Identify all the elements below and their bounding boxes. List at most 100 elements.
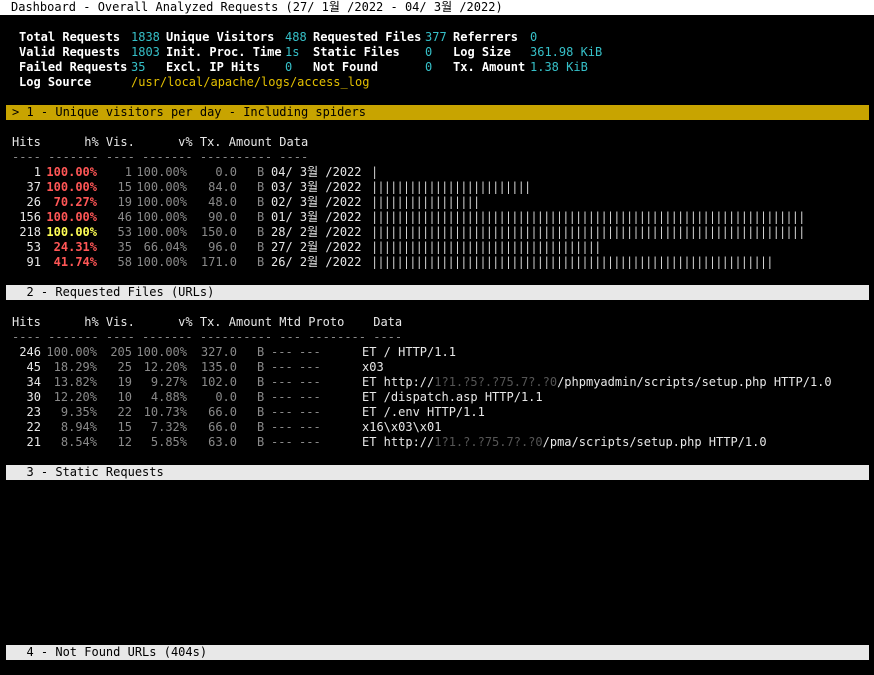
tx-amount-cell: 63.0 <box>208 435 237 449</box>
date-cell: 02/ 3월 /2022 <box>271 195 362 209</box>
panel-static-requests-header[interactable]: 3 - Static Requests <box>6 465 869 480</box>
tx-unit-cell: B <box>257 435 265 449</box>
visitors-percent-cell: 4.88% <box>150 390 187 404</box>
visitors-cell: 22 <box>117 405 132 419</box>
hits-percent-cell: 100.00% <box>46 165 97 179</box>
tx-unit-cell: B <box>257 345 265 359</box>
method-cell: --- <box>271 405 293 419</box>
visitors-percent-cell: 100.00% <box>136 195 187 209</box>
visitor-bar: ||||||||||||||||||||||||||||||||||||||||… <box>371 210 805 224</box>
visitors-cell: 10 <box>117 390 132 404</box>
tx-amount-cell: 66.0 <box>208 405 237 419</box>
date-cell: 27/ 2월 /2022 <box>271 240 362 254</box>
protocol-cell: --- <box>299 375 321 389</box>
visitors-percent-cell: 5.85% <box>150 435 187 449</box>
excl-ip-hits-value: 0 <box>285 60 293 74</box>
request-data-cell: x16\x03\x01 <box>362 420 441 435</box>
visitors-percent-cell: 100.00% <box>136 255 187 269</box>
tx-unit-cell: B <box>257 225 265 239</box>
panel-requested-files-header[interactable]: 2 - Requested Files (URLs) <box>6 285 869 300</box>
log-size-label: Log Size <box>453 45 511 59</box>
method-cell: --- <box>271 375 293 389</box>
hits-cell: 22 <box>26 420 41 434</box>
hits-percent-cell: 41.74% <box>53 255 97 269</box>
request-data-prefix: ET http:// <box>362 435 435 449</box>
hits-percent-cell: 12.20% <box>53 390 97 404</box>
visitors-cell: 1 <box>124 165 132 179</box>
hits-percent-cell: 13.82% <box>53 375 97 389</box>
hits-cell: 34 <box>26 375 41 389</box>
visitors-cell: 12 <box>117 435 132 449</box>
request-data-prefix: ET /dispatch.asp HTTP/1.1 <box>362 390 543 404</box>
tx-amount-value: 1.38 KiB <box>530 60 588 74</box>
visitors-percent-cell: 100.00% <box>136 345 187 359</box>
date-cell: 28/ 2월 /2022 <box>271 225 362 239</box>
tx-amount-cell: 171.0 <box>200 255 237 269</box>
visitors-cell: 53 <box>117 225 132 239</box>
log-size-value: 361.98 KiB <box>530 45 603 59</box>
referrers-value: 0 <box>530 30 538 44</box>
visitors-cell: 15 <box>117 180 132 194</box>
hits-cell: 21 <box>26 435 41 449</box>
tx-unit-cell: B <box>257 240 265 254</box>
tx-unit-cell: B <box>257 405 265 419</box>
visitors-percent-cell: 100.00% <box>136 210 187 224</box>
visitors-percent-cell: 7.32% <box>150 420 187 434</box>
visitors-cell: 58 <box>117 255 132 269</box>
tx-amount-cell: 150.0 <box>200 225 237 239</box>
hits-percent-cell: 100.00% <box>46 180 97 194</box>
panel-unique-visitors-header[interactable]: > 1 - Unique visitors per day - Includin… <box>6 105 869 120</box>
visitor-bar: | <box>371 165 378 179</box>
method-cell: --- <box>271 435 293 449</box>
hits-cell: 30 <box>26 390 41 404</box>
tx-amount-cell: 84.0 <box>208 180 237 194</box>
tx-unit-cell: B <box>257 210 265 224</box>
visitors-percent-cell: 10.73% <box>143 405 187 419</box>
protocol-cell: --- <box>299 360 321 374</box>
tx-amount-cell: 0.0 <box>215 165 237 179</box>
visitors-cell: 19 <box>117 375 132 389</box>
hits-percent-cell: 9.35% <box>60 405 97 419</box>
method-cell: --- <box>271 360 293 374</box>
hits-cell: 1 <box>33 165 41 179</box>
log-source-value: /usr/local/apache/logs/access_log <box>131 75 370 89</box>
visitors-percent-cell: 12.20% <box>143 360 187 374</box>
visitors-percent-cell: 100.00% <box>136 180 187 194</box>
hits-percent-cell: 100.00% <box>46 345 97 359</box>
files-column-separator: ---- ------- ---- ------- ---------- ---… <box>12 330 403 344</box>
date-cell: 01/ 3월 /2022 <box>271 210 362 224</box>
init-proc-time-value: 1s <box>285 45 300 59</box>
panel-unique-visitors-title: > 1 - Unique visitors per day - Includin… <box>12 105 367 119</box>
protocol-cell: --- <box>299 345 321 359</box>
hits-percent-cell: 8.54% <box>60 435 97 449</box>
hits-cell: 53 <box>26 240 41 254</box>
method-cell: --- <box>271 345 293 359</box>
excl-ip-hits-label: Excl. IP Hits <box>166 60 260 74</box>
hits-cell: 26 <box>26 195 41 209</box>
visitors-cell: 19 <box>117 195 132 209</box>
request-data-prefix: x03 <box>362 360 384 374</box>
request-data-cell: ET / HTTP/1.1 <box>362 345 456 360</box>
request-data-prefix: ET / HTTP/1.1 <box>362 345 456 359</box>
visitors-cell: 35 <box>117 240 132 254</box>
method-cell: --- <box>271 390 293 404</box>
log-source-label: Log Source <box>19 75 92 89</box>
panel-static-requests-title: 3 - Static Requests <box>12 465 164 479</box>
visitor-bar: ||||||||||||||||||||||||| <box>371 180 531 194</box>
static-files-label: Static Files <box>313 45 400 59</box>
protocol-cell: --- <box>299 405 321 419</box>
panel-not-found-header[interactable]: 4 - Not Found URLs (404s) <box>6 645 869 660</box>
tx-unit-cell: B <box>257 360 265 374</box>
panel-not-found-title: 4 - Not Found URLs (404s) <box>12 645 208 659</box>
visitors-cell: 205 <box>110 345 132 359</box>
hits-percent-cell: 100.00% <box>46 210 97 224</box>
protocol-cell: --- <box>299 390 321 404</box>
unique-visitors-value: 488 <box>285 30 307 44</box>
visitor-bar: ||||||||||||||||||||||||||||||||||||||||… <box>371 255 773 269</box>
request-data-cell: ET http://1?1.?.?75.7?.?0/pma/scripts/se… <box>362 435 767 450</box>
date-cell: 03/ 3월 /2022 <box>271 180 362 194</box>
hits-percent-cell: 70.27% <box>53 195 97 209</box>
referrers-label: Referrers <box>453 30 519 44</box>
tx-amount-cell: 0.0 <box>215 390 237 404</box>
visitor-bar: ||||||||||||||||| <box>371 195 480 209</box>
